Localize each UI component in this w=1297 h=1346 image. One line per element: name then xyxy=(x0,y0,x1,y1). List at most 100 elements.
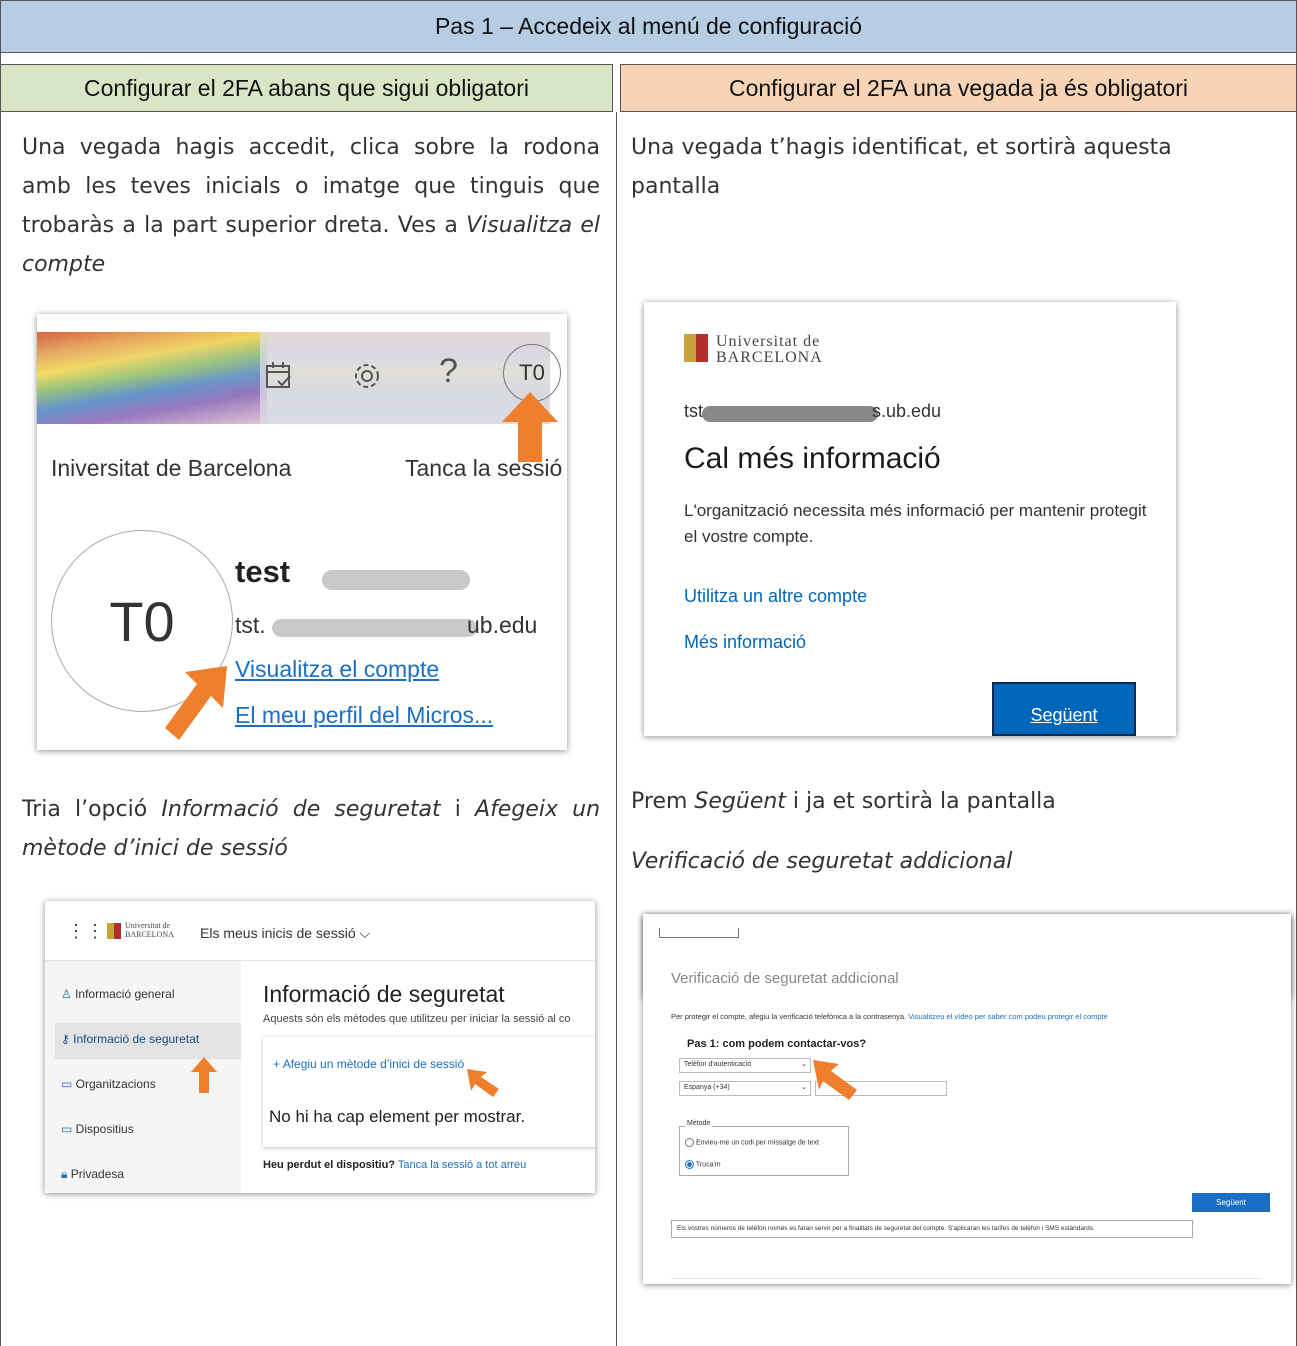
avatar-small-initials: T0 xyxy=(519,360,545,385)
right-step2-i1: Següent xyxy=(694,789,786,814)
left-step2-t1: Tria l’opció xyxy=(22,797,162,822)
sign-out-everywhere-link[interactable]: Tanca la sessió a tot arreu xyxy=(398,1159,526,1171)
page-description: Aquests són els mètodes que utilitzeu pe… xyxy=(263,1013,571,1025)
university-logo-icon xyxy=(107,923,121,939)
add-method-label: Afegiu un mètode d’inici de sessió xyxy=(282,1057,465,1071)
lost-device-line: Heu perdut el dispositiu? Tanca la sessi… xyxy=(263,1159,526,1171)
left-step2: Tria l’opció Informació de seguretat i A… xyxy=(22,790,600,868)
university-logo-text: Universitat de BARCELONA xyxy=(716,334,823,366)
nav-devices-label: Dispositius xyxy=(75,1122,134,1136)
empty-message: No hi ha cap element per mostrar. xyxy=(269,1107,526,1126)
more-info-title: Cal més informació xyxy=(684,442,941,475)
email-redaction xyxy=(702,406,878,422)
nav-privacy-label: Privadesa xyxy=(70,1167,125,1181)
right-intro: Una vegada t’hagis identificat, et sorti… xyxy=(631,135,1172,199)
left-step2-i1: Informació de seguretat xyxy=(161,797,441,822)
person-icon: ♙ xyxy=(61,987,76,1001)
right-heading: Configurar el 2FA una vegada ja és oblig… xyxy=(620,64,1297,112)
right-step2: Prem Següent i ja et sortirà la pantalla xyxy=(631,782,1271,821)
user-name: test xyxy=(235,554,291,589)
step-heading: Pas 1: com podem contactar-vos? xyxy=(687,1038,867,1050)
nav-privacy[interactable]: 🔒︎ Privadesa xyxy=(61,1167,124,1182)
phone-type-value: Telèfon d'autenticació xyxy=(684,1061,752,1068)
view-account-link[interactable]: Visualitza el compte xyxy=(235,656,439,683)
next-button[interactable]: Següent xyxy=(1192,1193,1270,1212)
logo-fragment xyxy=(659,928,739,938)
left-step2-t2: i xyxy=(440,797,476,822)
user-email-start: tst. xyxy=(235,612,266,638)
university-logo-text: Universitat de BARCELONA xyxy=(125,921,174,939)
right-step2-t2: i ja et sortirà la pantalla xyxy=(785,789,1056,814)
header-gap xyxy=(0,53,1297,64)
email-redaction xyxy=(272,619,477,637)
verification-footer-note: Els vostres números de telèfon només es … xyxy=(671,1220,1193,1238)
radio-sms[interactable]: Envieu-me un codi per missatge de text xyxy=(685,1138,819,1147)
laptop-icon: ▭ xyxy=(61,1122,76,1136)
settings-gear-icon[interactable] xyxy=(350,359,384,393)
left-heading: Configurar el 2FA abans que sigui obliga… xyxy=(0,64,613,112)
arrow-diagonal-icon xyxy=(467,1069,499,1097)
methods-card xyxy=(263,1037,595,1147)
nav-security-label: Informació de seguretat xyxy=(73,1032,200,1046)
right-heading-text: Configurar el 2FA una vegada ja és oblig… xyxy=(728,74,1189,101)
lost-device-question: Heu perdut el dispositiu? xyxy=(263,1159,396,1171)
right-step2-t1: Prem xyxy=(631,789,695,814)
user-email-end: ub.edu xyxy=(467,612,538,638)
nav-organizations[interactable]: ▭ Organitzacions xyxy=(61,1077,156,1091)
menu-title-text: Els meus inicis de sessió xyxy=(200,925,356,941)
footer-divider xyxy=(671,1278,1261,1279)
country-select[interactable]: Espanya (+34) ⌄ xyxy=(679,1081,811,1096)
menu-title[interactable]: Els meus inicis de sessió ⌵ xyxy=(200,925,370,942)
add-method-link[interactable]: + Afegiu un mètode d’inici de sessió xyxy=(273,1057,464,1071)
plus-icon: + xyxy=(273,1057,283,1071)
column-divider xyxy=(616,112,617,1346)
arrow-up-icon xyxy=(502,392,558,462)
country-value: Espanya (+34) xyxy=(684,1084,730,1091)
left-border xyxy=(0,112,1,1346)
chevron-down-icon: ⌄ xyxy=(801,1061,807,1068)
arrow-up-icon xyxy=(191,1057,217,1093)
left-heading-text: Configurar el 2FA abans que sigui obliga… xyxy=(84,74,529,101)
verification-screenshot: Verificació de seguretat addicional Per … xyxy=(643,914,1291,1284)
nav-overview-label: Informació general xyxy=(75,987,175,1001)
verification-desc-text: Per protegir el compte, afegiu la verifi… xyxy=(671,1012,907,1021)
banner-rainbow xyxy=(37,332,267,424)
key-person-icon: ⚷ xyxy=(61,1032,74,1046)
right-step2-line2: Verificació de seguretat addicional xyxy=(631,849,1013,874)
video-link[interactable]: Visualitzeu el vídeo per saber com podeu… xyxy=(908,1012,1108,1021)
verification-description: Per protegir el compte, afegiu la verifi… xyxy=(671,1012,1108,1021)
university-logo-icon xyxy=(684,334,708,362)
logo-line2: BARCELONA xyxy=(125,930,174,939)
avatar-large-initials: T0 xyxy=(109,589,175,653)
nav-overview[interactable]: ♙ Informació general xyxy=(61,987,174,1001)
logo-line2: BARCELONA xyxy=(716,349,823,366)
signout-link[interactable]: Tanca la sessió xyxy=(405,455,562,482)
table-header: Pas 1 – Accedeix al menú de configuració xyxy=(0,0,1297,53)
radio-call-label: Truca'm xyxy=(695,1161,721,1169)
use-other-account-link[interactable]: Utilitza un altre compte xyxy=(684,586,867,607)
phone-type-select[interactable]: Telèfon d'autenticació ⌄ xyxy=(679,1058,811,1073)
method-legend: Mètode xyxy=(685,1120,713,1127)
arrow-diagonal-icon xyxy=(813,1060,857,1100)
next-button[interactable]: Següent xyxy=(992,682,1136,736)
logo-line1: Universitat de xyxy=(125,921,171,930)
radio-call[interactable]: Truca'm xyxy=(685,1160,721,1169)
nav-devices[interactable]: ▭ Dispositius xyxy=(61,1122,134,1136)
my-profile-link[interactable]: El meu perfil del Micros... xyxy=(235,702,493,729)
nav-organizations-label: Organitzacions xyxy=(75,1077,156,1091)
help-icon[interactable]: ? xyxy=(439,352,458,391)
nav-security[interactable]: ⚷ Informació de seguretat xyxy=(61,1032,199,1046)
chevron-down-icon: ⌄ xyxy=(801,1084,807,1091)
next-button-label: Següent xyxy=(1216,1198,1246,1207)
header-title: Pas 1 – Accedeix al menú de configuració xyxy=(434,13,863,39)
org-name: Iniversitat de Barcelona xyxy=(51,455,292,481)
radio-sms-label: Envieu-me un codi per missatge de text xyxy=(695,1139,819,1147)
more-info-link[interactable]: Més informació xyxy=(684,632,806,653)
email-end: s.ub.edu xyxy=(872,401,942,421)
logo-line1: Universitat de xyxy=(716,333,821,350)
calendar-icon[interactable] xyxy=(262,359,296,393)
arrow-diagonal-icon xyxy=(165,666,227,740)
verification-title: Verificació de seguretat addicional xyxy=(671,970,899,987)
left-intro: Una vegada hagis accedit, clica sobre la… xyxy=(22,128,600,284)
account-menu-screenshot: ? T0 Iniversitat de Barcelona Tanca la s… xyxy=(37,314,567,750)
